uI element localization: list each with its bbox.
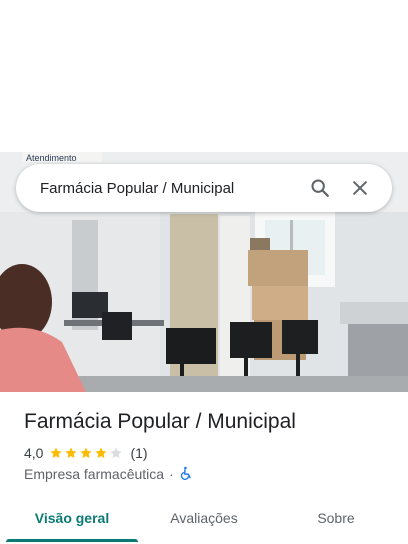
star-filled-icon [50, 447, 63, 459]
search-bar[interactable]: Farmácia Popular / Municipal [16, 164, 392, 212]
tab-visao-geral[interactable]: Visão geral [0, 496, 144, 542]
star-filled-icon [95, 447, 108, 459]
active-tab-indicator [6, 539, 138, 542]
tab-label: Sobre [317, 510, 355, 526]
place-info-panel: Farmácia Popular / Municipal 4,0 (1) Emp… [0, 392, 408, 544]
category-row: Empresa farmacêutica · [24, 465, 193, 483]
tab-label: Avaliações [170, 510, 238, 526]
star-filled-icon [65, 447, 78, 459]
star-filled-icon [80, 447, 93, 459]
wheelchair-icon [179, 466, 193, 483]
search-icon[interactable] [300, 168, 340, 208]
tab-label: Visão geral [34, 510, 110, 526]
rating-value: 4,0 [24, 445, 44, 461]
search-query-text[interactable]: Farmácia Popular / Municipal [40, 180, 300, 197]
separator-dot: · [169, 466, 174, 482]
place-category: Empresa farmacêutica [24, 466, 165, 482]
close-icon[interactable] [340, 168, 380, 208]
star-empty-icon [110, 447, 123, 459]
map-area-blank [0, 0, 408, 152]
rating-stars [49, 446, 124, 460]
place-tabs: Visão geral Avaliações Sobre [0, 496, 408, 544]
place-title: Farmácia Popular / Municipal [24, 410, 296, 433]
rating-row[interactable]: 4,0 (1) [24, 444, 148, 462]
tab-avaliacoes[interactable]: Avaliações [144, 496, 264, 540]
review-count[interactable]: (1) [130, 445, 147, 461]
sign-text: Atendimento [26, 153, 77, 163]
tab-sobre[interactable]: Sobre [264, 496, 408, 540]
